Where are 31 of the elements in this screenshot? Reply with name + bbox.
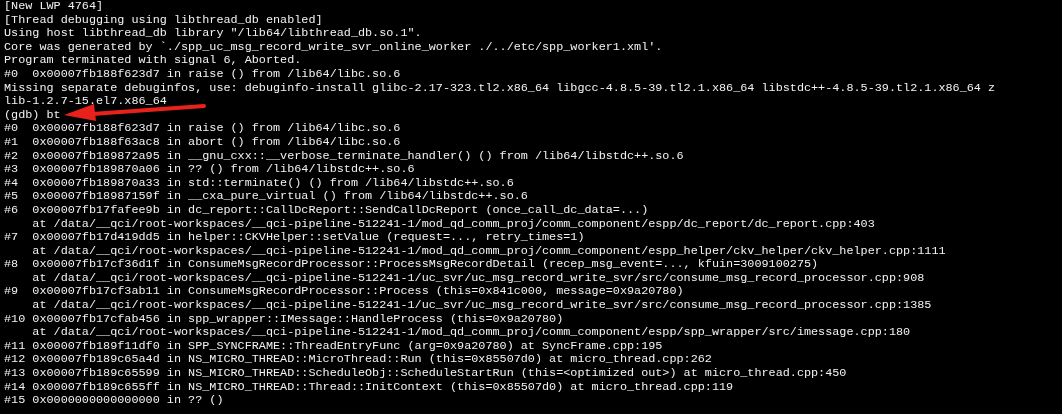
terminal-line: at /data/__qci/root-workspaces/__qci-pipeline-512241-1/uc_svr/uc_msg_record_write_svr/src/consume_msg_record_processor.cpp:1385 xyxy=(31,299,932,313)
terminal-line: (gdb) bt xyxy=(4,108,61,123)
terminal-line: at /data/__qci/root-workspaces/__qci-pipeline-512241-1/mod_qd_comm_proj/comm_component/espp_helper/ckv_helper/ckv_helper.cpp:1111 xyxy=(31,244,946,259)
terminal-line: #4 0x00007fb189870a33 in std::terminate() () from /lib64/libstdc++.so.6 xyxy=(4,176,514,191)
terminal-line: #10 0x00007fb17cfab456 in spp_wrapper::IMessage::HandleProcess (this=0x9a20780) xyxy=(4,312,564,327)
terminal-line: #7 0x00007fb17d419dd5 in helper::CKVHelper::setValue (request=..., retry_times=1) xyxy=(4,231,585,245)
terminal-line: Missing separate debuginfos, use: debuginfo-install glibc-2.17-323.tl2.x86_64 libgcc-4.8.5-39.tl2.1.x86_64 libstdc++-4.8.5-39.tl2.1.x86_64 z xyxy=(4,81,996,96)
terminal-line: #15 0x0000000000000000 in ?? () xyxy=(4,394,224,408)
terminal-line: #8 0x00007fb17cf36d1f in ConsumeMsgRecordProcessor::ProcessMsgRecordDetail (recep_msg_event=..., kfuin=3009100275) xyxy=(4,258,819,272)
terminal-line: #0 0x00007fb188f623d7 in raise () from /lib64/libc.so.6 xyxy=(4,67,401,82)
terminal-line: #2 0x00007fb189872a95 in __gnu_cxx::__verbose_terminate_handler() () from /lib64/libstdc++.so.6 xyxy=(4,149,684,164)
terminal-line: #9 0x00007fb17cf3ab11 in ConsumeMsgRecordProcessor::Process (this=0x841c000, message=0x9a20780) xyxy=(4,285,684,300)
terminal-line: [Thread debugging using libthread_db enabled] xyxy=(4,13,323,28)
terminal-line: #0 0x00007fb188f623d7 in raise () from /lib64/libc.so.6 xyxy=(4,122,401,136)
terminal-line: at /data/__qci/root-workspaces/__qci-pipeline-512241-1/mod_qd_comm_proj/comm_component/espp/spp_wrapper/src/imessage.cpp:180 xyxy=(31,326,911,340)
terminal-line: #11 0x00007fb189f11df0 in SPP_SYNCFRAME::ThreadEntryFunc (arg=0x9a20780) at SyncFrame.cpp:195 xyxy=(4,339,663,354)
arrow-icon xyxy=(62,103,206,121)
terminal-line: #12 0x00007fb189c65a4d in NS_MICRO_THREAD::MicroThread::Run (this=0x85507d0) at micro_thread.cpp:262 xyxy=(4,353,712,368)
terminal-line: at /data/__qci/root-workspaces/__qci-pipeline-512241-1/uc_svr/uc_msg_record_write_svr/src/consume_msg_record_processor.cpp:908 xyxy=(31,271,925,286)
terminal-line: [New LWP 4764] xyxy=(4,0,104,14)
terminal-line: #6 0x00007fb17fafee9b in dc_report::CallDcReport::SendCallDcReport (once_call_dc_data=...) xyxy=(4,203,649,218)
terminal-line: #1 0x00007fb188f63ac8 in abort () from /lib64/libc.so.6 xyxy=(4,135,401,150)
terminal-line: #14 0x00007fb189c655ff in NS_MICRO_THREAD::Thread::InitContext (this=0x85507d0) at micro_thread.cpp:119 xyxy=(4,380,734,395)
terminal-line: at /data/__qci/root-workspaces/__qci-pipeline-512241-1/mod_qd_comm_proj/comm_component/espp/dc_report/dc_report.cpp:403 xyxy=(31,217,875,232)
terminal-line: #13 0x00007fb189c65599 in NS_MICRO_THREAD::ScheduleObj::ScheduleStartRun (this=<optimized out>) at micro_thread.cpp:450 xyxy=(4,367,847,381)
terminal-line: #5 0x00007fb18987159f in __cxa_pure_virtual () from /lib64/libstdc++.so.6 xyxy=(4,190,528,204)
terminal-line: Using host libthread_db library "/lib64/libthread_db.so.1". xyxy=(4,27,422,41)
terminal-line: Program terminated with signal 6, Aborted. xyxy=(4,54,302,68)
terminal-line: #3 0x00007fb189870a06 in ?? () from /lib64/libstdc++.so.6 xyxy=(4,163,415,177)
terminal-line: Core was generated by `./spp_uc_msg_record_write_svr_online_worker ./../etc/spp_worker1.xml'. xyxy=(4,40,663,55)
terminal-line: lib-1.2.7-15.el7.x86_64 xyxy=(4,95,167,109)
